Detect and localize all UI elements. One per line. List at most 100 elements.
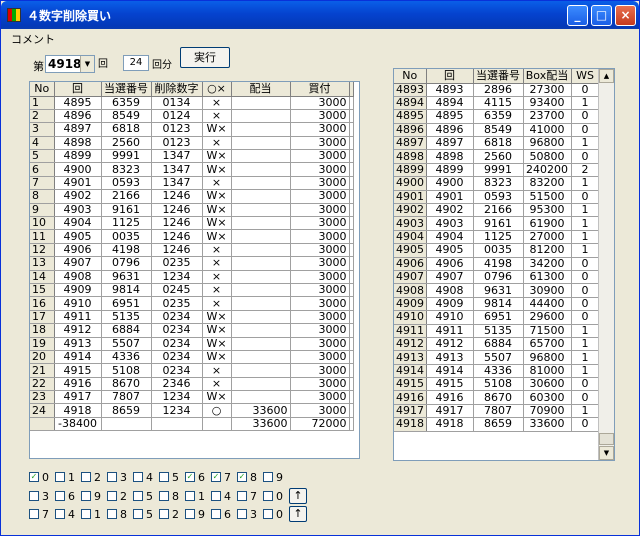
scroll-down-icon[interactable]: ▼ xyxy=(599,446,614,460)
checkbox-box[interactable] xyxy=(185,509,195,520)
menu-comment[interactable]: コメント xyxy=(11,31,55,47)
table-row[interactable]: 9 4903 9161 1246 W× 3000 xyxy=(30,203,354,218)
table-row[interactable]: 8 4902 2166 1246 W× 3000 xyxy=(30,189,354,204)
table-row[interactable]: 23 4917 7807 1234 W× 3000 xyxy=(30,390,354,405)
digit-checkbox[interactable]: 1 xyxy=(185,489,211,503)
checkbox-box[interactable] xyxy=(55,509,65,520)
digit-checkbox[interactable]: ✓ 8 xyxy=(237,470,263,484)
table-row[interactable]: 21 4915 5108 0234 × 3000 xyxy=(30,363,354,378)
table-row[interactable]: 4911 4911 5135 71500 1 xyxy=(394,324,600,338)
checkbox-box[interactable] xyxy=(81,472,91,483)
table-row[interactable]: 4916 4916 8670 60300 0 xyxy=(394,390,600,405)
table-row[interactable]: 4900 4900 8323 83200 1 xyxy=(394,176,600,191)
digit-checkbox[interactable]: ✓ 0 xyxy=(29,470,55,484)
table-row[interactable]: 4917 4917 7807 70900 1 xyxy=(394,404,600,419)
checkmark-icon[interactable]: ✓ xyxy=(29,472,39,483)
column-header[interactable]: Box配当 xyxy=(523,69,572,84)
digit-checkbox[interactable]: 9 xyxy=(263,470,289,484)
digit-checkbox[interactable]: 4 xyxy=(211,489,237,503)
table-row[interactable]: 7 4901 0593 1347 × 3000 xyxy=(30,176,354,191)
table-row[interactable]: 11 4905 0035 1246 W× 3000 xyxy=(30,229,354,244)
table-row[interactable]: 4899 4899 9991 240200 2 xyxy=(394,163,600,178)
checkbox-box[interactable] xyxy=(55,491,65,502)
digit-checkbox[interactable]: 2 xyxy=(159,507,185,521)
digit-checkbox[interactable]: 7 xyxy=(237,489,263,503)
checkbox-box[interactable] xyxy=(81,509,91,520)
checkbox-box[interactable] xyxy=(237,491,247,502)
column-header[interactable]: 削除数字 xyxy=(151,82,203,97)
table-row[interactable]: 24 4918 8659 1234 ○ 33600 3000 xyxy=(30,403,354,418)
up-arrow-button[interactable]: ↑ xyxy=(289,506,307,522)
table-row[interactable]: 4909 4909 9814 44400 0 xyxy=(394,297,600,312)
digit-checkbox[interactable]: 3 xyxy=(107,470,133,484)
column-header[interactable]: 当選番号 xyxy=(473,69,524,84)
checkbox-box[interactable] xyxy=(55,472,65,483)
checkbox-box[interactable] xyxy=(185,491,195,502)
column-header[interactable]: 回 xyxy=(54,82,102,97)
draw-number-select[interactable]: 4918 ▼ xyxy=(45,55,95,73)
digit-checkbox[interactable]: 5 xyxy=(133,507,159,521)
table-row[interactable]: 4915 4915 5108 30600 0 xyxy=(394,377,600,392)
table-row[interactable]: 4902 4902 2166 95300 1 xyxy=(394,203,600,218)
column-header[interactable]: 回 xyxy=(426,69,474,84)
column-header[interactable]: ○× xyxy=(202,82,232,97)
maximize-button[interactable]: □ xyxy=(591,5,612,26)
checkbox-box[interactable] xyxy=(107,472,117,483)
checkbox-box[interactable] xyxy=(133,472,143,483)
table-row[interactable]: 1 4895 6359 0134 × 3000 xyxy=(30,96,354,110)
checkbox-box[interactable] xyxy=(29,509,39,520)
close-button[interactable]: × xyxy=(615,5,636,26)
checkbox-box[interactable] xyxy=(159,509,169,520)
column-header[interactable]: No xyxy=(30,82,55,97)
digit-checkbox[interactable]: 2 xyxy=(81,470,107,484)
table-row[interactable]: 12 4906 4198 1246 × 3000 xyxy=(30,243,354,258)
digit-checkbox[interactable]: 5 xyxy=(133,489,159,503)
checkmark-icon[interactable]: ✓ xyxy=(237,472,247,483)
checkbox-box[interactable] xyxy=(133,509,143,520)
digit-checkbox[interactable]: 9 xyxy=(185,507,211,521)
checkbox-box[interactable] xyxy=(159,491,169,502)
scroll-up-icon[interactable]: ▲ xyxy=(599,69,614,83)
checkbox-box[interactable] xyxy=(107,509,117,520)
table-row[interactable]: 4910 4910 6951 29600 0 xyxy=(394,310,600,325)
count-input[interactable]: 24 xyxy=(123,55,149,71)
checkmark-icon[interactable]: ✓ xyxy=(211,472,221,483)
checkbox-box[interactable] xyxy=(263,509,273,520)
table-row[interactable]: 4894 4894 4115 93400 1 xyxy=(394,96,600,111)
table-row[interactable]: 4912 4912 6884 65700 1 xyxy=(394,337,600,352)
table-row[interactable]: 4906 4906 4198 34200 0 xyxy=(394,257,600,271)
up-arrow-button[interactable]: ↑ xyxy=(289,488,307,504)
digit-checkbox[interactable]: 8 xyxy=(107,507,133,521)
table-row[interactable]: 3 4897 6818 0123 W× 3000 xyxy=(30,122,354,137)
run-button[interactable]: 実行 xyxy=(180,47,230,68)
table-row[interactable]: 4905 4905 0035 81200 1 xyxy=(394,243,600,258)
column-header[interactable]: 配当 xyxy=(231,82,291,97)
table-row[interactable]: 4908 4908 9631 30900 0 xyxy=(394,283,600,298)
digit-checkbox[interactable]: 4 xyxy=(133,470,159,484)
table-row[interactable]: 4914 4914 4336 81000 1 xyxy=(394,364,600,379)
digit-checkbox[interactable]: 0 xyxy=(263,507,289,521)
digit-checkbox[interactable]: 7 xyxy=(29,507,55,521)
checkbox-box[interactable] xyxy=(29,491,39,502)
checkbox-box[interactable] xyxy=(263,472,273,483)
table-row[interactable]: 22 4916 8670 2346 × 3000 xyxy=(30,377,354,392)
title-bar[interactable]: ４数字削除買い _ □ × xyxy=(1,1,639,29)
digit-checkbox[interactable]: 4 xyxy=(55,507,81,521)
table-row[interactable]: 13 4907 0796 0235 × 3000 xyxy=(30,256,354,271)
scroll-thumb[interactable] xyxy=(599,433,614,445)
table-row[interactable]: 4898 4898 2560 50800 0 xyxy=(394,149,600,164)
digit-checkbox[interactable]: ✓ 6 xyxy=(185,470,211,484)
table-row[interactable]: 2 4896 8549 0124 × 3000 xyxy=(30,109,354,124)
table-row[interactable]: 4907 4907 0796 61300 0 xyxy=(394,270,600,285)
table-row[interactable]: 15 4909 9814 0245 × 3000 xyxy=(30,283,354,298)
column-header[interactable]: WS xyxy=(571,69,600,84)
table-row[interactable]: 19 4913 5507 0234 W× 3000 xyxy=(30,337,354,351)
digit-checkbox[interactable]: 9 xyxy=(81,489,107,503)
digit-checkbox[interactable]: 5 xyxy=(159,470,185,484)
table-row[interactable]: 14 4908 9631 1234 × 3000 xyxy=(30,270,354,284)
digit-checkbox[interactable]: 0 xyxy=(263,489,289,503)
checkbox-box[interactable] xyxy=(81,491,91,502)
chevron-down-icon[interactable]: ▼ xyxy=(80,56,94,72)
result-grid[interactable]: No 回当選番号 削除数字 ○× 配当 買付 1 4895 6359 0134 × 3000 2 489… xyxy=(29,81,360,459)
table-row[interactable]: 18 4912 6884 0234 W× 3000 xyxy=(30,323,354,338)
